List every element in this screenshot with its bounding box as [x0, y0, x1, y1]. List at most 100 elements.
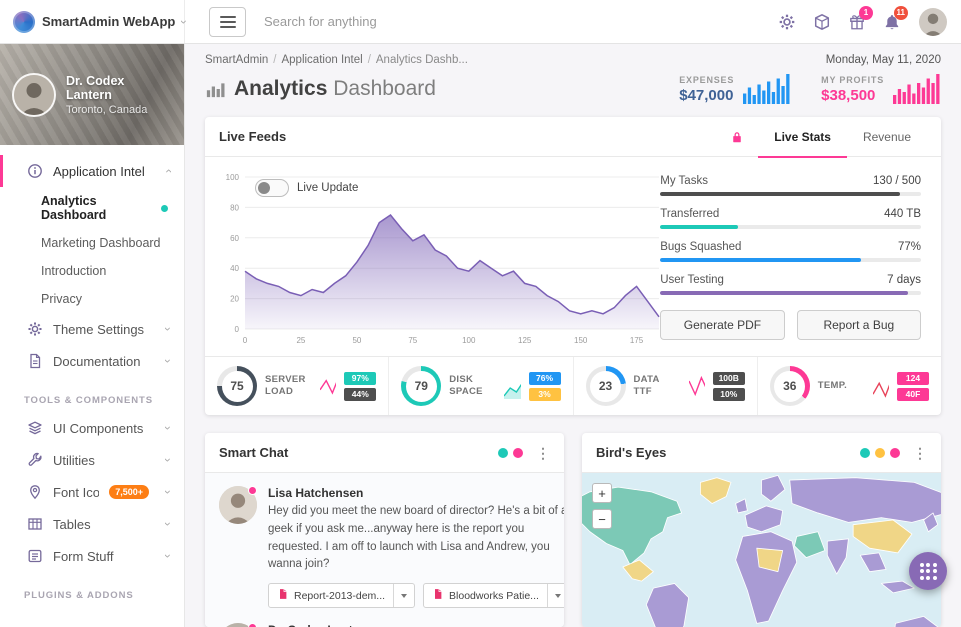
status-dot: [890, 448, 900, 458]
chevron-down-icon[interactable]: [547, 584, 564, 607]
svg-text:40: 40: [230, 264, 239, 273]
attachment-chip[interactable]: Report-2013-dem...: [268, 583, 415, 608]
page-title: Analytics Dashboard: [205, 77, 436, 101]
sidebar-item-utilities[interactable]: Utilities›: [0, 444, 184, 476]
navbar-actions: 111: [769, 0, 961, 43]
tile-badge: 97%: [344, 372, 376, 385]
sidebar-item-documentation[interactable]: Documentation›: [0, 345, 184, 377]
sidebar-nav: Application Intel›Analytics DashboardMar…: [0, 145, 184, 607]
progress-bar: [660, 192, 921, 196]
chevron-down-icon[interactable]: [393, 584, 414, 607]
kpi-expenses: EXPENSES$47,000: [679, 74, 791, 104]
stat-user-testing: User Testing7 days: [660, 274, 921, 295]
notifications-button[interactable]: 11: [874, 0, 909, 44]
menu-toggle-button[interactable]: [209, 7, 246, 37]
sidebar-subitem-privacy[interactable]: Privacy: [0, 285, 184, 313]
kpi-value: $47,000: [679, 87, 734, 104]
kebab-menu-icon[interactable]: ⋮: [913, 446, 927, 460]
stat-transferred: Transferred440 TB: [660, 208, 921, 229]
sidebar-item-form-stuff[interactable]: Form Stuff›: [0, 540, 184, 572]
map-body: + −: [582, 473, 941, 627]
live-update-toggle-row: Live Update: [255, 179, 358, 197]
stat-my-tasks: My Tasks130 / 500: [660, 175, 921, 196]
wrench-icon: [27, 452, 43, 468]
chat-message: Dr. Codex LanternThanks for the file! Yo…: [219, 623, 550, 627]
sidebar-subitem-marketing-dashboard[interactable]: Marketing Dashboard: [0, 229, 184, 257]
layers-icon: [27, 420, 43, 436]
tile-label: DATA TTF: [634, 374, 681, 398]
page-title-bold: Analytics: [234, 77, 327, 100]
live-update-label: Live Update: [297, 182, 358, 194]
sidebar-item-theme-settings[interactable]: Theme Settings›: [0, 313, 184, 345]
sidebar-subitem-analytics-dashboard[interactable]: Analytics Dashboard: [0, 187, 184, 229]
status-dot: [513, 448, 523, 458]
brand[interactable]: SmartAdmin WebApp ›: [0, 0, 185, 43]
chat-text: Hey did you meet the new board of direct…: [268, 503, 564, 574]
kebab-menu-icon[interactable]: ⋮: [536, 446, 550, 460]
gift-button[interactable]: 1: [839, 0, 874, 44]
stat-value: 7 days: [887, 274, 921, 286]
grid-dots-icon: [920, 563, 937, 580]
tile-badge: 76%: [529, 372, 561, 385]
status-dot: [498, 448, 508, 458]
gauge-ring: 75: [217, 366, 257, 406]
world-map[interactable]: [582, 473, 941, 627]
status-dot: [161, 205, 168, 212]
birds-eyes-panel: Bird's Eyes ⋮ + −: [582, 433, 941, 627]
zoom-out-button[interactable]: −: [592, 509, 612, 529]
sparkline: [504, 373, 520, 399]
attachment-chip[interactable]: Bloodworks Patie...: [423, 583, 564, 608]
sidebar-item-application-intel[interactable]: Application Intel›: [0, 155, 184, 187]
generate-pdf-button[interactable]: Generate PDF: [660, 310, 784, 340]
sidebar-item-ui-components[interactable]: UI Components›: [0, 412, 184, 444]
sidebar-item-tables[interactable]: Tables›: [0, 508, 184, 540]
gauge-ring: 36: [770, 366, 810, 406]
tile-label: TEMP.: [818, 380, 865, 392]
nav-section-tools: TOOLS & COMPONENTS: [0, 377, 184, 412]
settings-button[interactable]: [769, 0, 804, 44]
search-input[interactable]: [264, 14, 564, 29]
kpi-group: EXPENSES$47,000MY PROFITS$38,500: [679, 74, 941, 104]
svg-text:75: 75: [408, 336, 417, 345]
report-a-bug-button[interactable]: Report a Bug: [797, 310, 921, 340]
tab-revenue[interactable]: Revenue: [847, 117, 927, 157]
profile-card[interactable]: Dr. Codex Lantern Toronto, Canada: [0, 44, 184, 145]
app-launcher-button[interactable]: [909, 552, 947, 590]
gauge-ring: 79: [401, 366, 441, 406]
form-icon: [27, 548, 43, 564]
sidebar-subitem-introduction[interactable]: Introduction: [0, 257, 184, 285]
tab-live-stats[interactable]: Live Stats: [758, 117, 847, 157]
breadcrumb-item[interactable]: Application Intel: [281, 54, 362, 66]
tile-badge: 124: [897, 372, 929, 385]
profile-avatar: [12, 73, 56, 117]
chevron-down-icon: ›: [162, 426, 174, 430]
breadcrumb-item[interactable]: SmartAdmin: [205, 54, 268, 66]
avatar: [219, 486, 257, 524]
gift-badge: 1: [859, 6, 873, 20]
live-stats: My Tasks130 / 500 Transferred440 TB Bugs S…: [636, 167, 927, 352]
table-icon: [27, 516, 43, 532]
content-area: Live Feeds Live StatsRevenue Live Update…: [185, 117, 961, 627]
zoom-in-button[interactable]: +: [592, 483, 612, 503]
panel-title: Live Feeds: [219, 129, 286, 144]
breadcrumb: SmartAdmin/Application Intel/Analytics D…: [205, 54, 468, 66]
live-update-toggle[interactable]: [255, 179, 289, 197]
sidebar-item-font-icons[interactable]: Font Icons7,500+›: [0, 476, 184, 508]
stat-bugs-squashed: Bugs Squashed77%: [660, 241, 921, 262]
lock-icon[interactable]: [730, 130, 744, 144]
online-status-dot: [248, 623, 257, 627]
sparkline: [689, 373, 705, 399]
progress-bar: [660, 225, 921, 229]
app-root: SmartAdmin WebApp › 111 Dr. Codex Lanter…: [0, 0, 961, 627]
svg-text:100: 100: [462, 336, 476, 345]
gauge-value: 23: [590, 371, 621, 402]
map-header: Bird's Eyes ⋮: [582, 433, 941, 473]
stat-value: 440 TB: [884, 208, 921, 220]
map-svg-container: [582, 473, 941, 627]
progress-bar: [660, 291, 921, 295]
apps-button[interactable]: [804, 0, 839, 44]
chat-sender: Lisa Hatchensen: [268, 486, 564, 500]
gauge-value: 36: [774, 371, 805, 402]
breadcrumb-row: SmartAdmin/Application Intel/Analytics D…: [185, 44, 961, 68]
user-avatar[interactable]: [919, 8, 947, 36]
